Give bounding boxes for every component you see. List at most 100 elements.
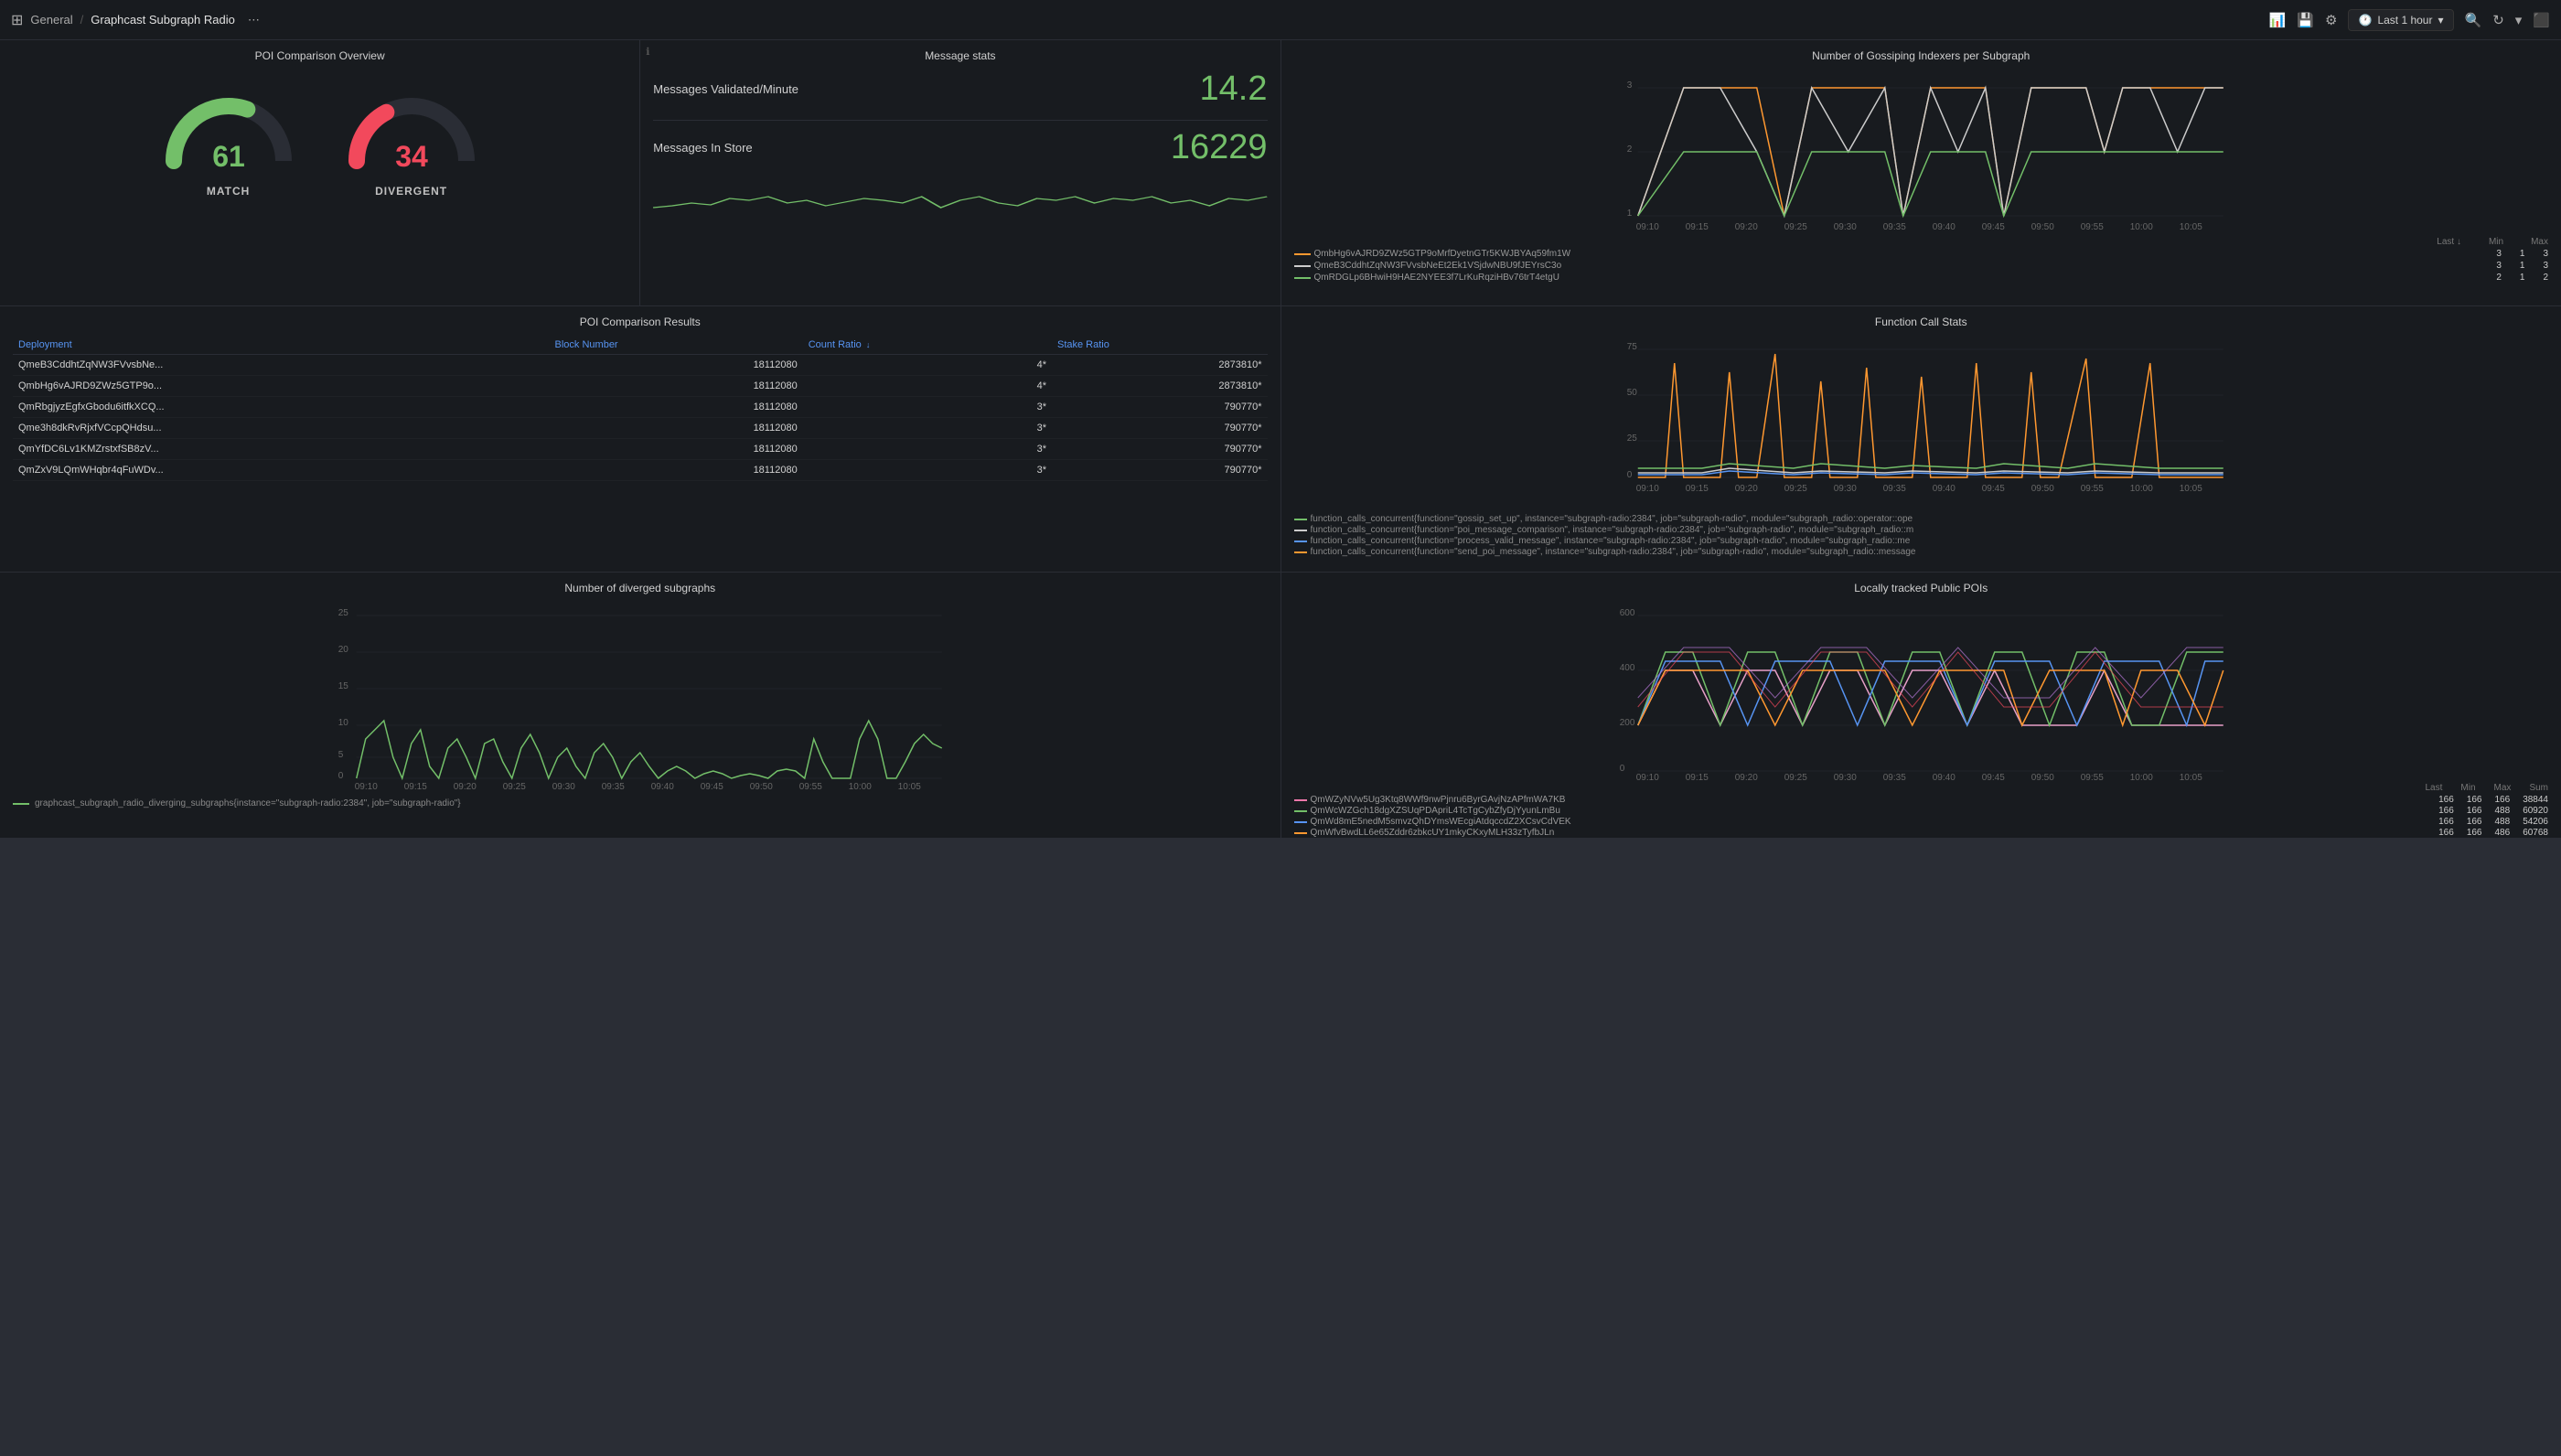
legend-label: QmeB3CddhtZqNW3FVvsbNeEt2Ek1VSjdwNBU9fJE… bbox=[1314, 261, 1562, 271]
settings-icon[interactable]: ⚙ bbox=[2325, 12, 2337, 28]
count-cell: 4* bbox=[803, 376, 1052, 397]
svg-text:75: 75 bbox=[1626, 342, 1637, 352]
svg-text:09:35: 09:35 bbox=[1882, 773, 1905, 780]
svg-text:25: 25 bbox=[338, 608, 349, 618]
legend-max: 488 bbox=[2495, 817, 2511, 827]
col-sum: Sum bbox=[2529, 783, 2548, 793]
legend-label: QmWcWZGch18dgXZSUqPDApriL4TcTgCybZfyDjYy… bbox=[1311, 806, 1560, 816]
validated-label: Messages Validated/Minute bbox=[653, 82, 798, 96]
svg-text:09:35: 09:35 bbox=[1882, 484, 1905, 494]
diverged-legend: graphcast_subgraph_radio_diverging_subgr… bbox=[13, 798, 1268, 808]
time-range-picker[interactable]: 🕐 Last 1 hour ▾ bbox=[2348, 9, 2453, 31]
svg-text:09:35: 09:35 bbox=[1882, 222, 1905, 232]
legend-label: function_calls_concurrent{function="poi_… bbox=[1311, 525, 1914, 535]
tv-icon[interactable]: ⬛ bbox=[2533, 12, 2550, 28]
zoom-out-icon[interactable]: 🔍 bbox=[2465, 12, 2482, 28]
legend-label: QmWfvBwdLL6e65Zddr6zbkcUY1mkyCKxyMLH33zT… bbox=[1311, 828, 1555, 838]
gossiping-title: Number of Gossiping Indexers per Subgrap… bbox=[1294, 49, 2549, 62]
store-sparkline bbox=[653, 180, 1267, 217]
public-pois-chart: 600 400 200 0 09:10 09:15 09:20 09:25 bbox=[1294, 602, 2549, 780]
svg-text:15: 15 bbox=[338, 681, 349, 691]
legend-last: 2 bbox=[2496, 273, 2502, 283]
store-label: Messages In Store bbox=[653, 141, 752, 155]
public-pois-legend: Last Min Max Sum QmWZyNVw5Ug3Ktq8WWf9nwP… bbox=[1294, 783, 2549, 838]
store-value: 16229 bbox=[1171, 128, 1268, 167]
legend-label: QmWd8mE5nedM5smvzQhDYmsWEcgiAtdqccdZ2XCs… bbox=[1311, 817, 1571, 827]
stake-cell: 790770* bbox=[1052, 418, 1268, 439]
legend-min: 166 bbox=[2467, 795, 2482, 805]
time-range-label: Last 1 hour bbox=[2377, 14, 2432, 27]
legend-color bbox=[1294, 265, 1311, 267]
deployment-cell: Qme3h8dkRvRjxfVCcpQHdsu... bbox=[13, 418, 550, 439]
legend-color bbox=[1294, 277, 1311, 279]
stake-cell: 790770* bbox=[1052, 439, 1268, 460]
chevron-down-icon[interactable]: ▾ bbox=[2515, 12, 2523, 28]
table-row: QmRbgjyzEgfxGbodu6itfkXCQ... 18112080 3*… bbox=[13, 397, 1268, 418]
table-row: QmZxV9LQmWHqbr4qFuWDv... 18112080 3* 790… bbox=[13, 460, 1268, 481]
svg-text:09:25: 09:25 bbox=[1784, 484, 1806, 494]
svg-text:10:00: 10:00 bbox=[2129, 773, 2152, 780]
svg-text:25: 25 bbox=[1626, 434, 1637, 444]
legend-min: 166 bbox=[2467, 828, 2482, 838]
share-icon[interactable]: ⋯ bbox=[248, 13, 260, 27]
svg-text:10:05: 10:05 bbox=[2179, 773, 2202, 780]
svg-text:09:50: 09:50 bbox=[750, 782, 773, 792]
save-icon[interactable]: 💾 bbox=[2297, 12, 2314, 28]
legend-label: QmWZyNVw5Ug3Ktq8WWf9nwPjnru6ByrGAvjNzAPf… bbox=[1311, 795, 1566, 805]
svg-text:09:45: 09:45 bbox=[1981, 222, 2004, 232]
col-deployment[interactable]: Deployment bbox=[13, 336, 550, 355]
svg-text:09:10: 09:10 bbox=[1635, 222, 1658, 232]
topbar: ⊞ General / Graphcast Subgraph Radio ⋯ 📊… bbox=[0, 0, 2561, 40]
legend-sum: 54206 bbox=[2523, 817, 2548, 827]
chart-icon[interactable]: 📊 bbox=[2269, 12, 2287, 28]
svg-text:5: 5 bbox=[338, 750, 344, 760]
legend-item: function_calls_concurrent{function="send… bbox=[1294, 547, 2549, 557]
svg-text:09:15: 09:15 bbox=[1685, 484, 1708, 494]
svg-text:2: 2 bbox=[1626, 145, 1632, 155]
svg-text:09:50: 09:50 bbox=[2031, 773, 2053, 780]
svg-text:09:55: 09:55 bbox=[2080, 222, 2103, 232]
divergent-gauge: 34 DIVERGENT bbox=[338, 79, 485, 198]
legend-min: 1 bbox=[2520, 261, 2525, 271]
refresh-icon[interactable]: ↻ bbox=[2492, 12, 2504, 28]
svg-text:1: 1 bbox=[1626, 209, 1632, 219]
legend-min: 1 bbox=[2520, 273, 2525, 283]
svg-text:10:00: 10:00 bbox=[2129, 484, 2152, 494]
col-stake[interactable]: Stake Ratio bbox=[1052, 336, 1268, 355]
svg-text:09:20: 09:20 bbox=[1734, 484, 1757, 494]
block-cell: 18112080 bbox=[550, 376, 803, 397]
block-cell: 18112080 bbox=[550, 460, 803, 481]
col-block[interactable]: Block Number bbox=[550, 336, 803, 355]
svg-text:10:05: 10:05 bbox=[898, 782, 921, 792]
svg-text:09:30: 09:30 bbox=[1833, 484, 1856, 494]
svg-text:09:20: 09:20 bbox=[1734, 773, 1757, 780]
svg-text:09:10: 09:10 bbox=[355, 782, 378, 792]
legend-sum: 60920 bbox=[2523, 806, 2548, 816]
legend-min: 166 bbox=[2467, 806, 2482, 816]
svg-text:09:30: 09:30 bbox=[1833, 222, 1856, 232]
svg-text:09:15: 09:15 bbox=[1685, 773, 1708, 780]
breadcrumb-general[interactable]: General bbox=[30, 13, 72, 27]
legend-item: QmWcWZGch18dgXZSUqPDApriL4TcTgCybZfyDjYy… bbox=[1294, 806, 2549, 816]
validated-row: Messages Validated/Minute 14.2 bbox=[653, 70, 1267, 109]
match-value: 61 bbox=[212, 140, 245, 173]
legend-color bbox=[1294, 821, 1307, 823]
svg-text:09:15: 09:15 bbox=[404, 782, 427, 792]
svg-text:50: 50 bbox=[1626, 388, 1637, 398]
col-count[interactable]: Count Ratio ↓ bbox=[803, 336, 1052, 355]
col-min-header: Min bbox=[2489, 237, 2503, 247]
legend-max: 488 bbox=[2495, 806, 2511, 816]
legend-color bbox=[1294, 799, 1307, 801]
block-cell: 18112080 bbox=[550, 418, 803, 439]
legend-item: function_calls_concurrent{function="proc… bbox=[1294, 536, 2549, 546]
legend-last: 166 bbox=[2438, 817, 2454, 827]
stake-cell: 2873810* bbox=[1052, 355, 1268, 376]
svg-text:09:45: 09:45 bbox=[1981, 484, 2004, 494]
legend-sum: 60768 bbox=[2523, 828, 2548, 838]
breadcrumb-separator: / bbox=[80, 13, 84, 27]
legend-sum: 38844 bbox=[2523, 795, 2548, 805]
svg-text:400: 400 bbox=[1619, 663, 1634, 673]
legend-color bbox=[1294, 519, 1307, 520]
svg-text:09:25: 09:25 bbox=[503, 782, 526, 792]
app-menu-icon[interactable]: ⊞ bbox=[11, 11, 23, 29]
